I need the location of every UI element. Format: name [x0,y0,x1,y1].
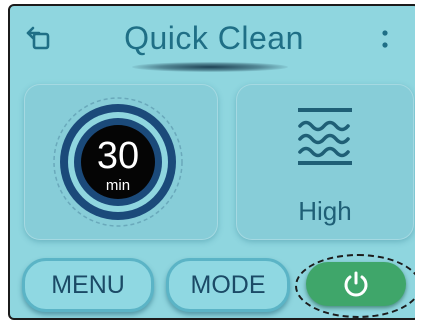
timer-card[interactable]: 30 min [24,84,218,240]
timer-dial: 30 min [53,97,183,227]
timer-value: 30 [97,135,139,177]
power-button[interactable] [306,262,406,306]
more-vertical-icon[interactable] [378,20,392,54]
timer-unit: min [106,177,130,194]
page-title: Quick Clean [124,20,304,56]
bezel-edge [415,0,427,322]
device-screen: Quick Clean 30 min High MENU MODE [8,4,420,320]
suction-level-label: High [298,196,352,226]
power-icon [344,271,368,297]
waves-icon [298,108,352,165]
mode-button[interactable]: MODE [166,258,290,312]
title-underline-shadow [132,62,288,72]
menu-button[interactable]: MENU [22,258,154,312]
header: Quick Clean [10,6,418,72]
suction-card[interactable]: High [236,84,414,240]
